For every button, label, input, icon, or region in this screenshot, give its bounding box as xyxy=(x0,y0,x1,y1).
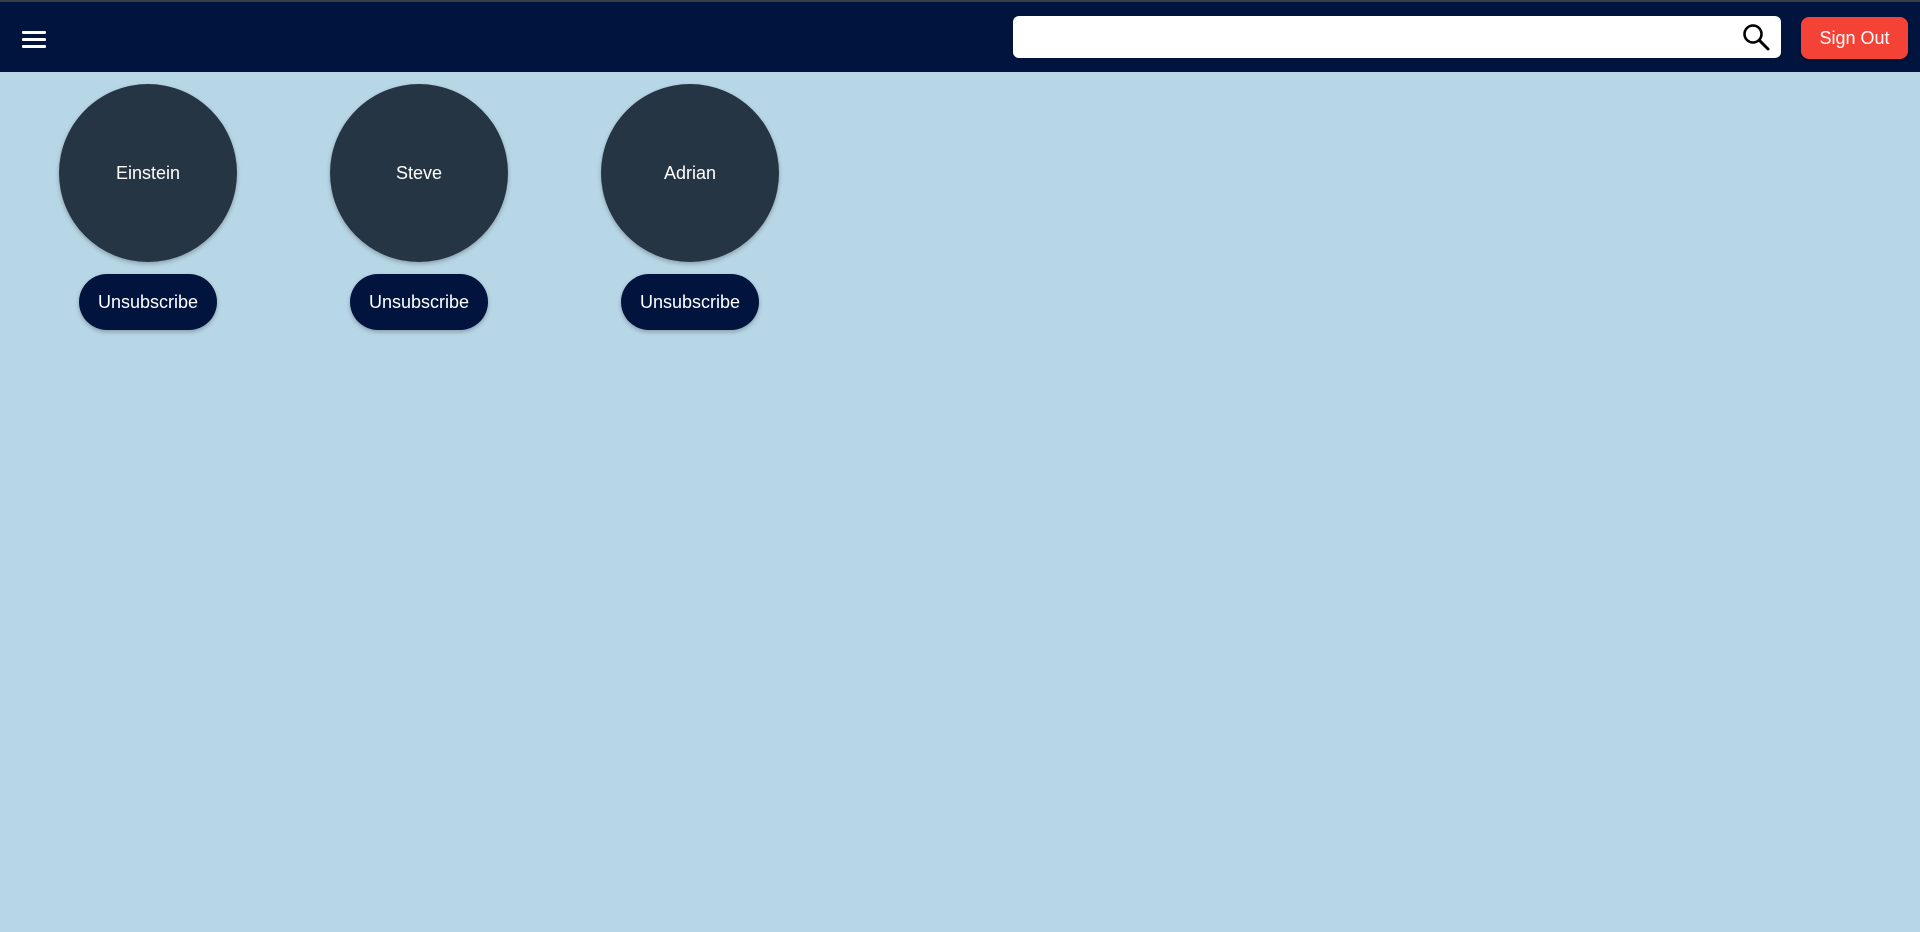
unsubscribe-button[interactable]: Unsubscribe xyxy=(350,274,488,330)
avatar[interactable]: Steve xyxy=(330,84,508,262)
sign-out-button[interactable]: Sign Out xyxy=(1801,17,1908,59)
unsubscribe-button[interactable]: Unsubscribe xyxy=(621,274,759,330)
subscription-name: Einstein xyxy=(115,162,181,183)
unsubscribe-button[interactable]: Unsubscribe xyxy=(79,274,217,330)
app-bar: Sign Out xyxy=(0,2,1920,72)
subscription-name: Adrian xyxy=(663,162,717,183)
subscription-card: Einstein Unsubscribe xyxy=(59,84,237,330)
subscription-card: Steve Unsubscribe xyxy=(330,84,508,330)
menu-button[interactable] xyxy=(14,19,54,59)
subscription-card: Adrian Unsubscribe xyxy=(601,84,779,330)
search-input[interactable] xyxy=(1023,20,1727,56)
avatar[interactable]: Einstein xyxy=(59,84,237,262)
hamburger-menu-icon xyxy=(22,30,46,48)
avatar[interactable]: Adrian xyxy=(601,84,779,262)
subscription-name: Steve xyxy=(395,162,443,183)
search-icon[interactable] xyxy=(1741,22,1771,52)
search-bar xyxy=(1013,16,1781,58)
